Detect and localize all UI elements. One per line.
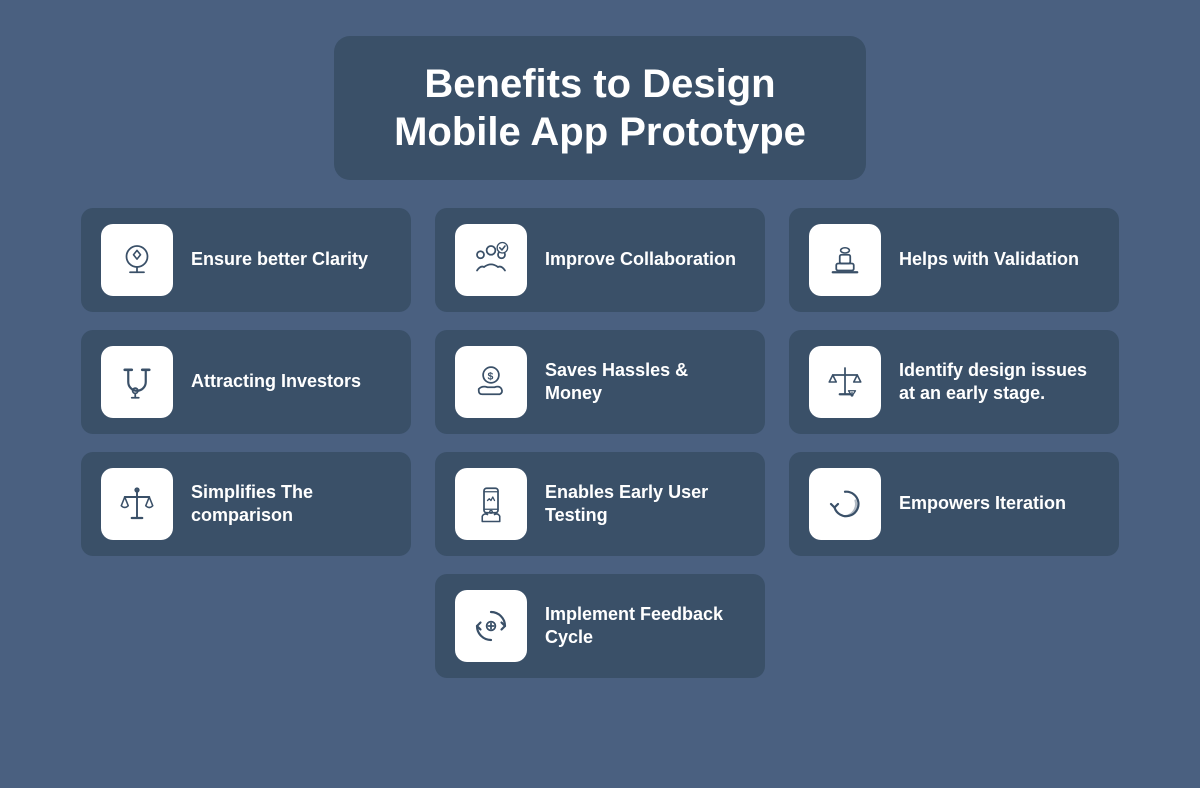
page-title: Benefits to Design Mobile App Prototype — [394, 60, 806, 156]
card-label: Implement Feedback Cycle — [545, 603, 745, 650]
design-issues-icon — [824, 361, 866, 403]
card-improve-collaboration: Improve Collaboration — [435, 208, 765, 312]
card-label: Identify design issues at an early stage… — [899, 359, 1099, 406]
user-testing-icon — [470, 483, 512, 525]
design-issues-icon-box — [809, 346, 881, 418]
feedback-icon — [470, 605, 512, 647]
card-label: Enables Early User Testing — [545, 481, 745, 528]
validation-icon — [824, 239, 866, 281]
money-icon-box: $ — [455, 346, 527, 418]
investors-icon — [116, 361, 158, 403]
validation-icon-box — [809, 224, 881, 296]
card-implement-feedback-cycle: Implement Feedback Cycle — [435, 574, 765, 678]
collaboration-icon — [470, 239, 512, 281]
clarity-icon-box — [101, 224, 173, 296]
investors-icon-box — [101, 346, 173, 418]
card-label: Simplifies The comparison — [191, 481, 391, 528]
card-label: Helps with Validation — [899, 248, 1079, 271]
card-attracting-investors: Attracting Investors — [81, 330, 411, 434]
card-empowers-iteration: Empowers Iteration — [789, 452, 1119, 556]
card-label: Saves Hassles & Money — [545, 359, 745, 406]
iteration-icon — [824, 483, 866, 525]
feedback-icon-box — [455, 590, 527, 662]
comparison-icon — [116, 483, 158, 525]
card-helps-with-validation: Helps with Validation — [789, 208, 1119, 312]
benefits-grid: Ensure better Clarity Improve Collaborat… — [81, 208, 1119, 678]
card-label: Improve Collaboration — [545, 248, 736, 271]
svg-text:$: $ — [488, 370, 494, 382]
money-icon: $ — [470, 361, 512, 403]
collaboration-icon-box — [455, 224, 527, 296]
iteration-icon-box — [809, 468, 881, 540]
card-enables-early-user-testing: Enables Early User Testing — [435, 452, 765, 556]
card-simplifies-comparison: Simplifies The comparison — [81, 452, 411, 556]
card-label: Attracting Investors — [191, 370, 361, 393]
card-identify-design-issues: Identify design issues at an early stage… — [789, 330, 1119, 434]
title-box: Benefits to Design Mobile App Prototype — [334, 36, 866, 180]
card-label: Empowers Iteration — [899, 492, 1066, 515]
card-ensure-better-clarity: Ensure better Clarity — [81, 208, 411, 312]
clarity-icon — [116, 239, 158, 281]
card-label: Ensure better Clarity — [191, 248, 368, 271]
card-saves-hassles-money: $ Saves Hassles & Money — [435, 330, 765, 434]
comparison-icon-box — [101, 468, 173, 540]
user-testing-icon-box — [455, 468, 527, 540]
